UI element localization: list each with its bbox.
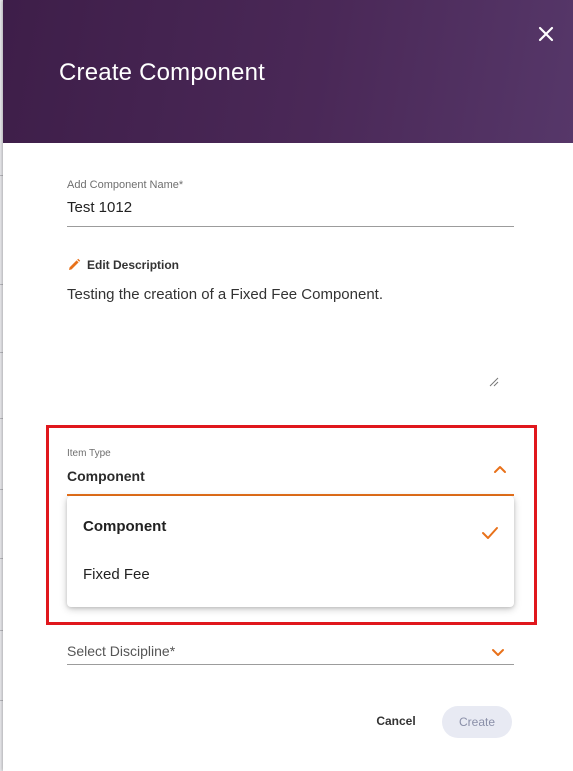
item-type-label: Item Type [67,448,111,459]
option-fixed-fee[interactable]: Fixed Fee [67,554,514,598]
cancel-button[interactable]: Cancel [361,706,431,736]
discipline-underline [67,664,514,665]
option-component[interactable]: Component [67,506,514,550]
close-icon[interactable] [534,22,558,46]
dialog-title: Create Component [59,59,265,86]
item-type-dropdown-menu: Component Fixed Fee [67,496,514,607]
option-label: Fixed Fee [83,566,150,583]
component-name-underline [67,226,514,227]
chevron-up-icon[interactable] [493,464,507,474]
edit-description-button[interactable]: Edit Description [67,256,179,274]
description-textarea[interactable]: Testing the creation of a Fixed Fee Comp… [67,285,507,305]
create-button[interactable]: Create [442,706,512,738]
component-name-input[interactable]: Test 1012 [67,199,132,216]
item-type-select[interactable]: Component [67,468,145,484]
pencil-icon [69,258,81,270]
resize-handle-icon[interactable] [489,377,499,387]
component-name-label: Add Component Name* [67,179,184,191]
option-label: Component [83,518,167,535]
dialog-header: Create Component [3,0,573,143]
edit-description-label: Edit Description [87,258,180,272]
discipline-select[interactable]: Select Discipline* [67,643,175,659]
checkmark-icon [482,527,498,539]
create-component-dialog: Create Component Add Component Name* Tes… [3,0,573,771]
chevron-down-icon[interactable] [491,648,505,658]
